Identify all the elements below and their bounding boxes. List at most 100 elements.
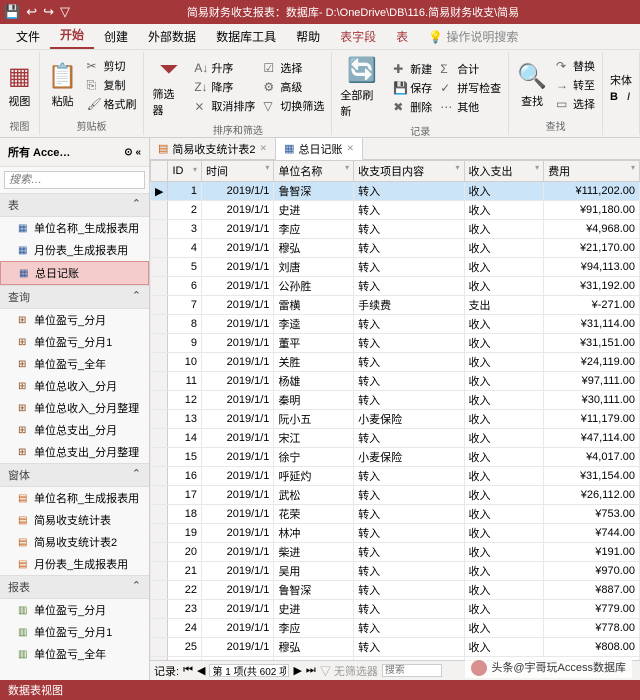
- column-header[interactable]: 时间▾: [202, 161, 274, 182]
- nav-search-input[interactable]: [4, 171, 145, 189]
- table-row[interactable]: 122019/1/1秦明转入收入¥30,111.00: [151, 391, 640, 410]
- close-icon[interactable]: ✕: [346, 143, 354, 154]
- nav-item[interactable]: ▦总日记账: [0, 261, 149, 285]
- save-button[interactable]: 💾保存: [390, 79, 435, 97]
- nav-item[interactable]: ⊞单位盈亏_分月1: [0, 331, 149, 353]
- tell-me-search[interactable]: 💡 操作说明搜索: [418, 24, 528, 49]
- nav-last-icon[interactable]: ⏭: [306, 664, 316, 677]
- sort-asc-button[interactable]: A↓升序: [191, 59, 258, 77]
- sum-button[interactable]: Σ合计: [437, 60, 504, 78]
- nav-item[interactable]: ▥单位盈亏_分月1: [0, 621, 149, 643]
- nav-section[interactable]: 表⌃: [0, 193, 149, 217]
- nav-item[interactable]: ⊞单位总支出_分月: [0, 419, 149, 441]
- table-row[interactable]: 72019/1/1雷横手续费支出¥-271.00: [151, 296, 640, 315]
- table-row[interactable]: 132019/1/1阮小五小麦保险收入¥11,179.00: [151, 410, 640, 429]
- delete-button[interactable]: ✖删除: [390, 98, 435, 116]
- filter-icon[interactable]: ▽: [60, 4, 70, 20]
- goto-button[interactable]: →转至: [553, 76, 598, 94]
- italic-button[interactable]: I: [627, 91, 630, 103]
- document-tab[interactable]: ▦总日记账✕: [276, 138, 363, 160]
- menu-2[interactable]: 创建: [94, 24, 138, 49]
- table-row[interactable]: 182019/1/1花荣转入收入¥753.00: [151, 505, 640, 524]
- undo-icon[interactable]: ↩: [26, 4, 37, 20]
- nav-first-icon[interactable]: ⏮: [183, 664, 193, 677]
- row-header[interactable]: [151, 161, 168, 182]
- menu-4[interactable]: 数据库工具: [206, 24, 286, 49]
- toggle-filter-button[interactable]: ▽切换筛选: [260, 97, 327, 115]
- menu-0[interactable]: 文件: [6, 24, 50, 49]
- table-row[interactable]: 112019/1/1杨雄转入收入¥97,111.00: [151, 372, 640, 391]
- replace-button[interactable]: ↷替换: [553, 57, 598, 75]
- table-row[interactable]: 42019/1/1穆弘转入收入¥21,170.00: [151, 239, 640, 258]
- table-row[interactable]: 82019/1/1李逵转入收入¥31,114.00: [151, 315, 640, 334]
- nav-item[interactable]: ▦单位名称_生成报表用: [0, 217, 149, 239]
- refresh-button[interactable]: 🔄全部刷新: [336, 54, 388, 121]
- paste-button[interactable]: 📋粘贴: [44, 60, 82, 111]
- document-tab[interactable]: ▤简易收支统计表2✕: [150, 138, 276, 159]
- nav-item[interactable]: ▤月份表_生成报表用: [0, 553, 149, 575]
- format-painter-button[interactable]: 🖌格式刷: [84, 95, 140, 113]
- datasheet-grid[interactable]: ID▾时间▾单位名称▾收支项目内容▾收入支出▾费用▾▶12019/1/1鲁智深转…: [150, 160, 640, 660]
- nav-item[interactable]: ⊞单位总收入_分月整理: [0, 397, 149, 419]
- table-row[interactable]: 222019/1/1鲁智深转入收入¥887.00: [151, 581, 640, 600]
- find-button[interactable]: 🔍查找: [513, 60, 551, 111]
- table-row[interactable]: 22019/1/1史进转入收入¥91,180.00: [151, 201, 640, 220]
- table-row[interactable]: 212019/1/1吴用转入收入¥970.00: [151, 562, 640, 581]
- table-row[interactable]: 172019/1/1武松转入收入¥26,112.00: [151, 486, 640, 505]
- table-row[interactable]: 142019/1/1宋江转入收入¥47,114.00: [151, 429, 640, 448]
- clear-sort-button[interactable]: ⨯取消排序: [191, 97, 258, 115]
- record-search-input[interactable]: [382, 664, 442, 677]
- view-button[interactable]: ▦视图: [4, 60, 35, 111]
- nav-item[interactable]: ⊞单位总收入_分月: [0, 375, 149, 397]
- nav-item[interactable]: ▥单位盈亏_分月: [0, 599, 149, 621]
- menu-6[interactable]: 表字段: [330, 24, 386, 49]
- table-row[interactable]: ▶12019/1/1鲁智深转入收入¥111,202.00: [151, 182, 640, 201]
- nav-item[interactable]: ⊞单位总支出_分月整理: [0, 441, 149, 463]
- column-header[interactable]: 收入支出▾: [464, 161, 544, 182]
- table-row[interactable]: 152019/1/1徐宁小麦保险收入¥4,017.00: [151, 448, 640, 467]
- new-button[interactable]: ✚新建: [390, 60, 435, 78]
- table-row[interactable]: 252019/1/1穆弘转入收入¥808.00: [151, 638, 640, 657]
- column-header[interactable]: ID▾: [168, 161, 202, 182]
- table-row[interactable]: 192019/1/1林冲转入收入¥744.00: [151, 524, 640, 543]
- table-row[interactable]: 92019/1/1董平转入收入¥31,151.00: [151, 334, 640, 353]
- nav-item[interactable]: ▦月份表_生成报表用: [0, 239, 149, 261]
- nav-item[interactable]: ▥单位盈亏_全年: [0, 643, 149, 665]
- redo-icon[interactable]: ↪: [43, 4, 54, 20]
- table-row[interactable]: 162019/1/1呼延灼转入收入¥31,154.00: [151, 467, 640, 486]
- nav-item[interactable]: ▤简易收支统计表2: [0, 531, 149, 553]
- menu-7[interactable]: 表: [386, 24, 418, 49]
- menu-1[interactable]: 开始: [50, 22, 94, 49]
- table-row[interactable]: 232019/1/1史进转入收入¥779.00: [151, 600, 640, 619]
- column-header[interactable]: 单位名称▾: [274, 161, 354, 182]
- cut-button[interactable]: ✂剪切: [84, 57, 140, 75]
- column-header[interactable]: 费用▾: [544, 161, 640, 182]
- copy-button[interactable]: ⎘复制: [84, 76, 140, 94]
- filter-button[interactable]: ⏷筛选器: [148, 54, 189, 120]
- nav-section[interactable]: 查询⌃: [0, 285, 149, 309]
- font-select[interactable]: 宋体: [607, 71, 635, 89]
- nav-item[interactable]: ▤单位名称_生成报表用: [0, 487, 149, 509]
- nav-header[interactable]: 所有 Acce…⊙ «: [0, 138, 149, 167]
- table-row[interactable]: 62019/1/1公孙胜转入收入¥31,192.00: [151, 277, 640, 296]
- table-row[interactable]: 242019/1/1李应转入收入¥778.00: [151, 619, 640, 638]
- select2-button[interactable]: ▭选择: [553, 95, 598, 113]
- close-icon[interactable]: ✕: [260, 143, 268, 154]
- sort-desc-button[interactable]: Z↓降序: [191, 78, 258, 96]
- select-button[interactable]: ☑选择: [260, 59, 327, 77]
- menu-5[interactable]: 帮助: [286, 24, 330, 49]
- table-row[interactable]: 32019/1/1李应转入收入¥4,968.00: [151, 220, 640, 239]
- table-row[interactable]: 52019/1/1刘唐转入收入¥94,113.00: [151, 258, 640, 277]
- nav-item[interactable]: ⊞单位盈亏_分月: [0, 309, 149, 331]
- nav-section[interactable]: 窗体⌃: [0, 463, 149, 487]
- table-row[interactable]: 102019/1/1关胜转入收入¥24,119.00: [151, 353, 640, 372]
- nav-prev-icon[interactable]: ◀: [197, 664, 205, 677]
- table-row[interactable]: 202019/1/1柴进转入收入¥191.00: [151, 543, 640, 562]
- other-button[interactable]: ⋯其他: [437, 98, 504, 116]
- bold-button[interactable]: B: [610, 91, 618, 103]
- spell-button[interactable]: ✓拼写检查: [437, 79, 504, 97]
- nav-next-icon[interactable]: ▶: [293, 664, 301, 677]
- column-header[interactable]: 收支项目内容▾: [354, 161, 464, 182]
- save-icon[interactable]: 💾: [4, 4, 20, 20]
- nav-section[interactable]: 报表⌃: [0, 575, 149, 599]
